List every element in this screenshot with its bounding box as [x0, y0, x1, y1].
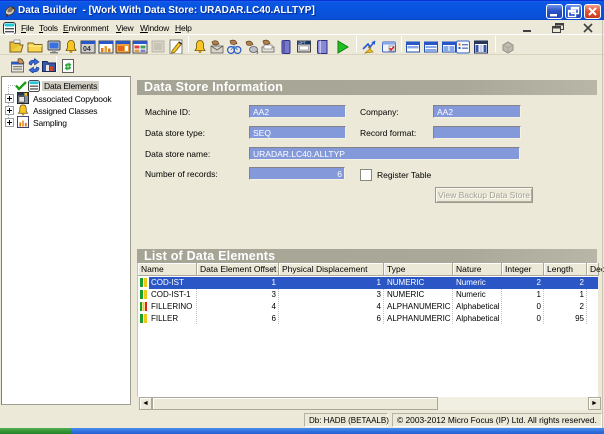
svg-text:OPT: OPT [299, 41, 307, 45]
svg-text:04: 04 [83, 46, 91, 53]
